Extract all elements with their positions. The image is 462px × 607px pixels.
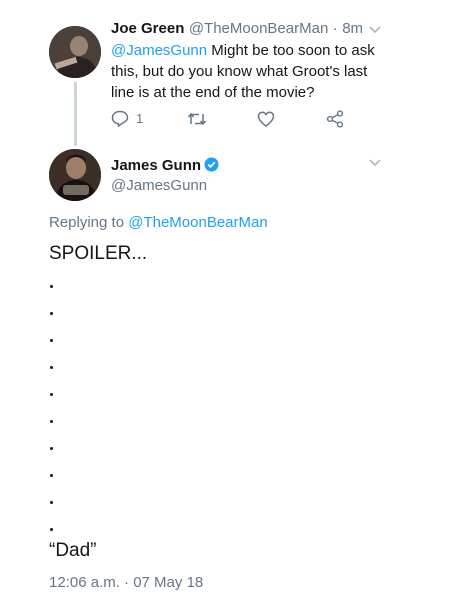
joe-green-avatar[interactable] (49, 26, 101, 78)
main-tweet-menu-chevron-icon[interactable] (369, 156, 381, 170)
like-button[interactable] (257, 111, 275, 127)
reply-mention-link[interactable]: @JamesGunn (111, 42, 207, 59)
reply-author-name[interactable]: Joe Green (111, 20, 184, 37)
tweet-timestamp[interactable]: 12:06 a.m. · 07 May 18 (49, 574, 203, 591)
dad-quote: “Dad” (49, 540, 97, 561)
retweet-icon (187, 112, 207, 126)
dot (50, 312, 53, 315)
replying-to-prefix: Replying to (49, 214, 129, 231)
james-gunn-avatar[interactable] (49, 149, 101, 201)
dot (50, 501, 53, 504)
dot (50, 447, 53, 450)
thread-connector-line (74, 82, 77, 146)
reply-button[interactable]: 1 (111, 110, 143, 127)
replying-to-line: Replying to @TheMoonBearMan (49, 214, 268, 231)
reply-count: 1 (136, 111, 144, 126)
main-author-name[interactable]: James Gunn (111, 157, 201, 174)
main-tweet-author-name-row: James Gunn (111, 157, 219, 175)
reply-tweet-menu-chevron-icon[interactable] (369, 23, 381, 37)
dot (50, 393, 53, 396)
dot (50, 285, 53, 288)
dot (50, 339, 53, 342)
dot (50, 474, 53, 477)
share-button[interactable] (326, 110, 344, 128)
dot (50, 420, 53, 423)
verified-badge-icon (204, 157, 219, 172)
spoiler-headline: SPOILER... (49, 243, 148, 264)
replying-to-link[interactable]: @TheMoonBearMan (128, 214, 267, 231)
reply-author-handle[interactable]: @TheMoonBearMan (189, 20, 328, 37)
like-icon (257, 111, 275, 127)
header-separator: · (332, 20, 338, 37)
reply-tweet-text: @JamesGunn Might be too soon to ask this… (111, 40, 386, 103)
retweet-button[interactable] (187, 111, 207, 127)
share-icon (326, 110, 344, 128)
reply-tweet-header: Joe Green @TheMoonBearMan · 8m (111, 20, 411, 38)
dot (50, 528, 53, 531)
main-author-handle[interactable]: @JamesGunn (111, 177, 207, 194)
reply-icon (111, 110, 129, 127)
dot (50, 366, 53, 369)
reply-time[interactable]: 8m (342, 20, 363, 37)
